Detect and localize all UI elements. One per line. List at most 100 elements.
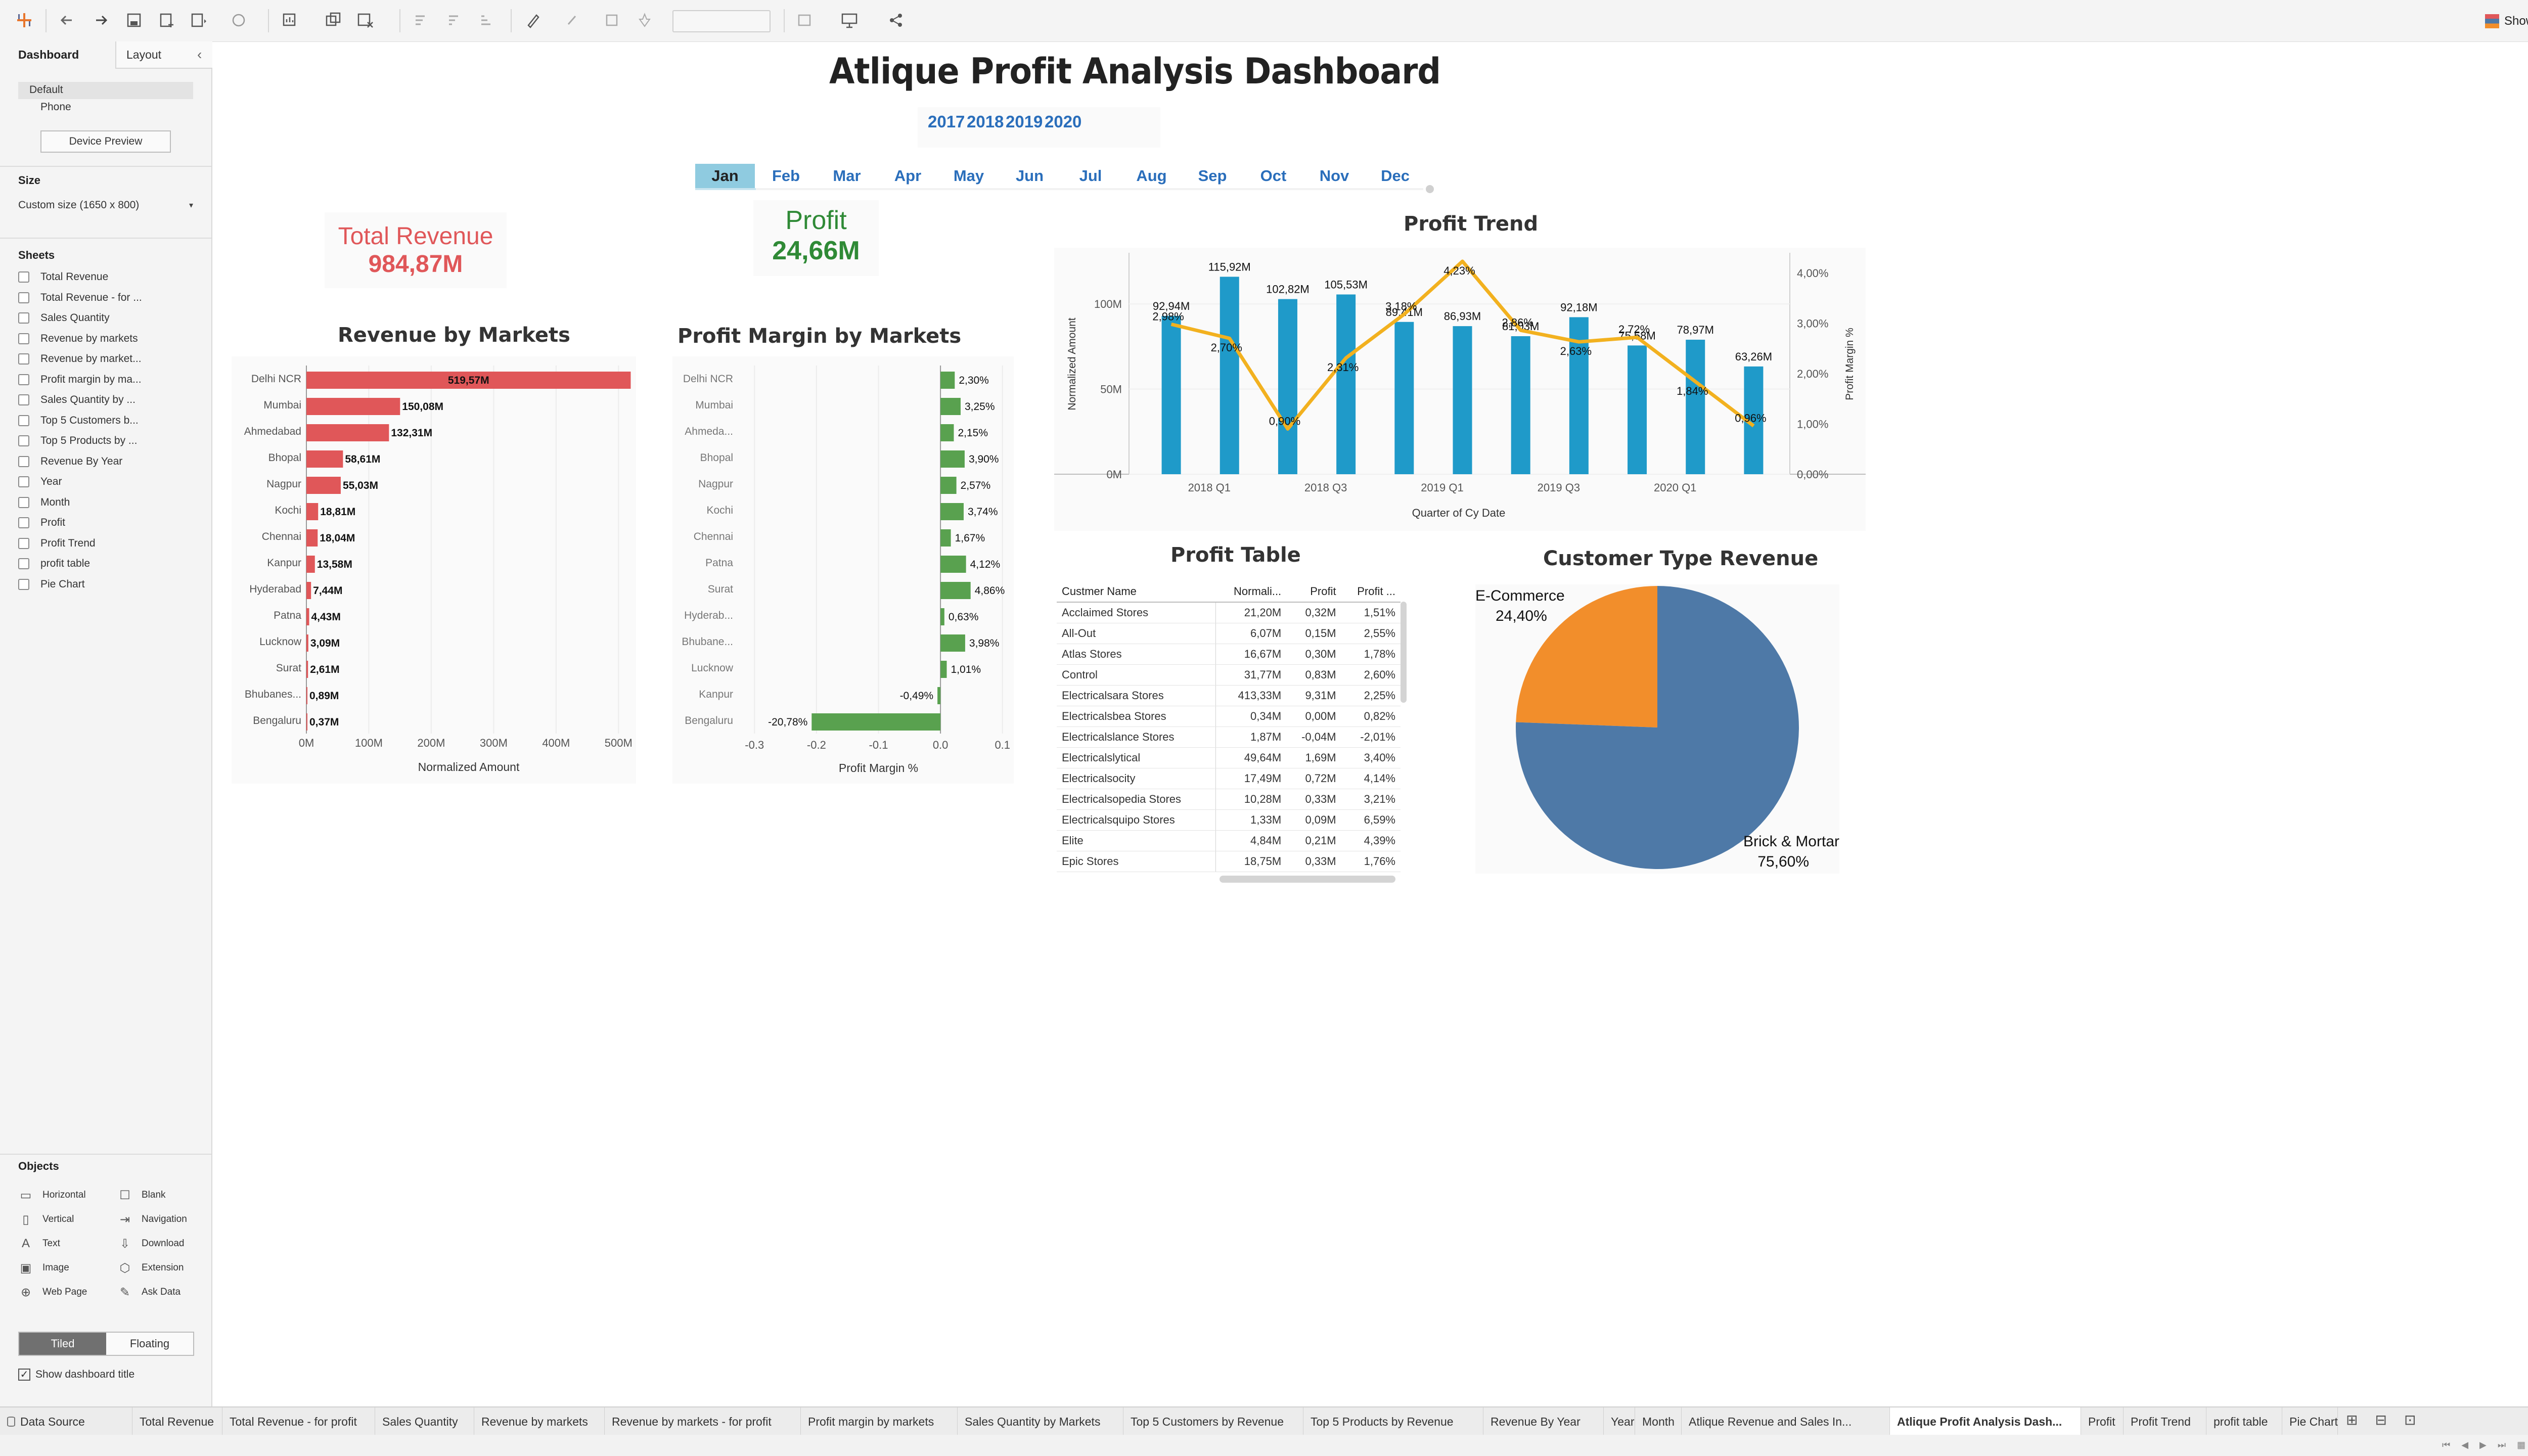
bar[interactable]: [937, 687, 941, 704]
month-filter-item[interactable]: Dec: [1366, 164, 1425, 188]
bar[interactable]: [306, 661, 308, 678]
object-horizontal-container[interactable]: ▭ Horizontal: [18, 1185, 86, 1205]
sheet-item[interactable]: Profit Trend: [18, 534, 96, 553]
object-image[interactable]: ▣ Image: [18, 1258, 69, 1278]
table-row[interactable]: Electricalslance Stores 1,87M -0,04M -2,01%: [1057, 726, 1401, 748]
sheet-tab[interactable]: Revenue By Year: [1483, 1407, 1604, 1436]
new-story-tab-icon[interactable]: ⊡: [2404, 1412, 2416, 1428]
sheet-tab[interactable]: Total Revenue - for profit: [222, 1407, 375, 1436]
clear-icon[interactable]: [355, 9, 376, 31]
sheet-item[interactable]: Profit margin by ma...: [18, 371, 142, 389]
group-icon[interactable]: [561, 9, 581, 31]
highlight-icon[interactable]: [523, 9, 544, 31]
bar[interactable]: [940, 503, 964, 520]
object-web-page[interactable]: ⊕ Web Page: [18, 1282, 87, 1302]
table-row[interactable]: Elite 4,84M 0,21M 4,39%: [1057, 830, 1401, 851]
sheet-item[interactable]: Top 5 Products by ...: [18, 432, 137, 450]
bar[interactable]: [1628, 345, 1647, 474]
sheet-item[interactable]: Revenue by market...: [18, 350, 142, 368]
object-blank[interactable]: ☐ Blank: [117, 1185, 165, 1205]
table-row[interactable]: Atlas Stores 16,67M 0,30M 1,78%: [1057, 644, 1401, 665]
new-worksheet-tab-icon[interactable]: ⊞: [2346, 1412, 2358, 1428]
sheet-tab[interactable]: Revenue by markets: [474, 1407, 605, 1436]
data-source-tab[interactable]: Data Source: [0, 1407, 132, 1436]
bar[interactable]: [940, 529, 951, 547]
tab-layout[interactable]: Layout: [126, 41, 161, 68]
sheet-tab[interactable]: Total Revenue: [132, 1407, 222, 1436]
next-page-icon[interactable]: ▶: [2479, 1440, 2487, 1450]
bar[interactable]: [940, 608, 944, 625]
table-row[interactable]: Electricalsopedia Stores 10,28M 0,33M 3,21%: [1057, 789, 1401, 810]
show-me-button[interactable]: Show Me: [2485, 11, 2528, 31]
month-filter-item[interactable]: Nov: [1304, 164, 1364, 188]
bar[interactable]: [940, 477, 957, 494]
bar[interactable]: [940, 634, 965, 652]
new-worksheet-icon[interactable]: [281, 9, 301, 31]
profit-trend-chart[interactable]: 0M50M100M0,00%1,00%2,00%3,00%4,00%92,94M…: [1054, 248, 1866, 531]
table-row[interactable]: Electricalslytical 49,64M 1,69M 3,40%: [1057, 747, 1401, 768]
month-filter-item[interactable]: Jul: [1061, 164, 1120, 188]
table-row[interactable]: Electricalsbea Stores 0,34M 0,00M 0,82%: [1057, 706, 1401, 727]
month-filter-item[interactable]: Jun: [1000, 164, 1060, 188]
bar[interactable]: [306, 556, 315, 573]
bar[interactable]: [306, 398, 400, 415]
sort-ascending-icon[interactable]: [444, 9, 464, 31]
table-row[interactable]: Electricalsara Stores 413,33M 9,31M 2,25%: [1057, 685, 1401, 706]
table-vertical-scrollbar[interactable]: [1401, 602, 1407, 703]
sheet-item[interactable]: Profit: [18, 514, 65, 532]
bar[interactable]: [940, 424, 954, 441]
table-row[interactable]: Control 31,77M 0,83M 2,60%: [1057, 664, 1401, 686]
bar[interactable]: [940, 556, 966, 573]
bar[interactable]: [306, 477, 341, 494]
month-filter-item[interactable]: Jan: [695, 164, 755, 188]
object-vertical-container[interactable]: ▯ Vertical: [18, 1209, 74, 1230]
sheet-tab[interactable]: Profit Trend: [2124, 1407, 2206, 1436]
object-ask-data[interactable]: ✎ Ask Data: [117, 1282, 180, 1302]
month-filter-item[interactable]: Mar: [817, 164, 877, 188]
bar[interactable]: [1686, 339, 1705, 474]
sheet-item[interactable]: Total Revenue - for ...: [18, 289, 142, 307]
table-row[interactable]: Acclaimed Stores 21,20M 0,32M 1,51%: [1057, 602, 1401, 623]
save-icon[interactable]: [124, 9, 144, 31]
month-filter-item[interactable]: Oct: [1244, 164, 1303, 188]
show-cards-icon[interactable]: [795, 9, 815, 31]
size-dropdown[interactable]: Custom size (1650 x 800) ▾: [18, 196, 193, 214]
share-icon[interactable]: [886, 9, 906, 31]
month-filter-item[interactable]: Sep: [1183, 164, 1242, 188]
table-row[interactable]: Electricalsquipo Stores 1,33M 0,09M 6,59%: [1057, 809, 1401, 831]
sheet-tab[interactable]: Year: [1604, 1407, 1635, 1436]
label-icon[interactable]: [602, 9, 622, 31]
bar[interactable]: [306, 450, 343, 468]
bar[interactable]: [306, 424, 389, 441]
table-header[interactable]: Normali...: [1215, 581, 1287, 603]
tiled-button[interactable]: Tiled: [19, 1333, 106, 1355]
bar[interactable]: [306, 582, 311, 599]
duplicate-icon[interactable]: [324, 9, 344, 31]
sheet-item[interactable]: Year: [18, 473, 62, 491]
sheet-tab[interactable]: Sales Quantity by Markets: [958, 1407, 1123, 1436]
bar[interactable]: [306, 529, 318, 547]
revenue-by-markets-chart[interactable]: 0M 100M 200M 300M 400M 500M Delhi NCR 519,57M Mu…: [232, 356, 636, 784]
year-filter-item[interactable]: 2017: [928, 112, 965, 131]
sheet-item[interactable]: Total Revenue: [18, 268, 108, 286]
sheet-item[interactable]: profit table: [18, 555, 90, 573]
bar[interactable]: [306, 503, 319, 520]
sheet-tab[interactable]: profit table: [2206, 1407, 2282, 1436]
table-horizontal-scrollbar[interactable]: [1220, 876, 1395, 883]
show-title-checkbox[interactable]: ✓ Show dashboard title: [18, 1366, 134, 1383]
sheet-item[interactable]: Revenue by markets: [18, 330, 138, 348]
sheet-tab[interactable]: Month: [1635, 1407, 1682, 1436]
sheet-item[interactable]: Month: [18, 493, 70, 512]
bar[interactable]: [1511, 336, 1530, 474]
sheet-tab[interactable]: Atlique Revenue and Sales In...: [1682, 1407, 1890, 1436]
scroll-handle[interactable]: [1426, 185, 1434, 193]
month-filter-item[interactable]: Apr: [878, 164, 938, 188]
bar[interactable]: [1394, 322, 1414, 474]
bar[interactable]: [306, 687, 307, 704]
bar[interactable]: [1278, 299, 1297, 474]
sheet-item[interactable]: Revenue By Year: [18, 452, 122, 471]
device-phone[interactable]: Phone: [40, 101, 71, 113]
bar[interactable]: [811, 713, 941, 731]
sheet-tab[interactable]: Atlique Profit Analysis Dash...: [1890, 1407, 2081, 1436]
bar[interactable]: [1453, 326, 1472, 474]
